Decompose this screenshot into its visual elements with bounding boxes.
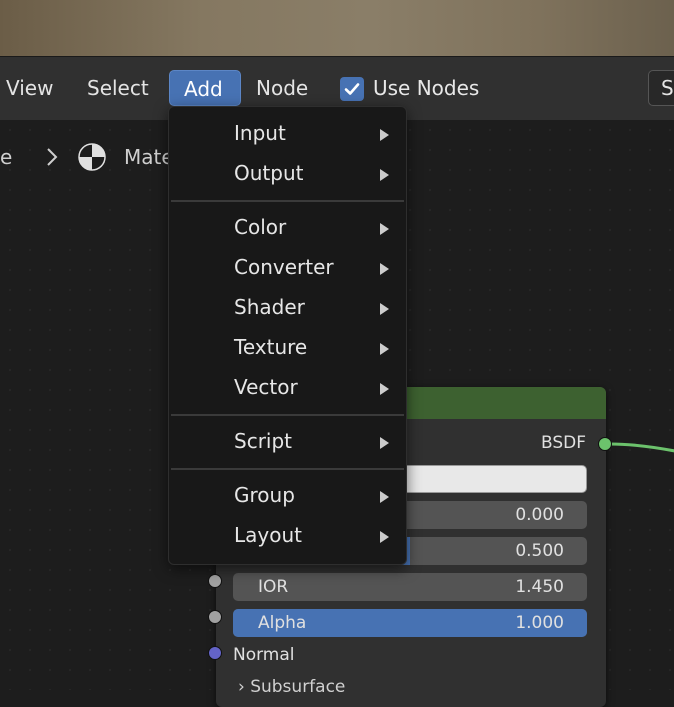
use-nodes-label[interactable]: Use Nodes xyxy=(373,70,479,106)
alpha-value: 1.000 xyxy=(515,613,564,633)
submenu-arrow-icon xyxy=(380,531,389,543)
value-readout-1: 0.000 xyxy=(515,505,564,525)
submenu-arrow-icon xyxy=(380,169,389,181)
menu-node[interactable]: Node xyxy=(242,70,322,106)
add-menu-item-color[interactable]: Color xyxy=(169,210,406,246)
add-menu-item-label: Output xyxy=(234,161,304,185)
add-menu-item-label: Layout xyxy=(234,523,302,547)
add-menu-item-label: Group xyxy=(234,483,295,507)
chevron-right-icon: › xyxy=(238,677,251,697)
menu-separator xyxy=(171,468,404,470)
submenu-arrow-icon xyxy=(380,129,389,141)
subsurface-panel-toggle[interactable]: › Subsurface xyxy=(238,677,345,697)
add-menu-item-label: Shader xyxy=(234,295,305,319)
ior-input-socket[interactable] xyxy=(208,574,222,588)
add-menu-item-label: Input xyxy=(234,121,286,145)
menu-add[interactable]: Add xyxy=(169,70,241,106)
normal-input-socket[interactable] xyxy=(208,646,222,660)
subsurface-label: Subsurface xyxy=(250,677,346,697)
alpha-label: Alpha xyxy=(258,613,307,633)
add-menu-item-converter[interactable]: Converter xyxy=(169,250,406,286)
add-menu-item-output[interactable]: Output xyxy=(169,156,406,192)
add-menu-item-shader[interactable]: Shader xyxy=(169,290,406,326)
bsdf-output-label: BSDF xyxy=(540,433,586,453)
normal-label: Normal xyxy=(233,645,295,665)
add-menu-item-texture[interactable]: Texture xyxy=(169,330,406,366)
submenu-arrow-icon xyxy=(380,223,389,235)
submenu-arrow-icon xyxy=(380,343,389,355)
add-menu-item-group[interactable]: Group xyxy=(169,478,406,514)
bsdf-output-socket[interactable] xyxy=(598,437,612,451)
alpha-field[interactable]: Alpha 1.000 xyxy=(233,609,587,637)
add-menu-item-label: Color xyxy=(234,215,287,239)
submenu-arrow-icon xyxy=(380,263,389,275)
add-menu-item-label: Vector xyxy=(234,375,298,399)
add-menu-item-vector[interactable]: Vector xyxy=(169,370,406,406)
menu-view[interactable]: View xyxy=(0,70,67,106)
menu-select[interactable]: Select xyxy=(73,70,163,106)
checkmark-icon xyxy=(344,83,360,95)
value-readout-2: 0.500 xyxy=(515,541,564,561)
add-menu-item-label: Script xyxy=(234,429,293,453)
add-menu-item-label: Converter xyxy=(234,255,334,279)
submenu-arrow-icon xyxy=(380,437,389,449)
ior-label: IOR xyxy=(258,577,289,597)
submenu-arrow-icon xyxy=(380,491,389,503)
add-menu-item-input[interactable]: Input xyxy=(169,116,406,152)
add-menu-dropdown: Input Output Color Converter Shader Text… xyxy=(168,106,407,565)
alpha-input-socket[interactable] xyxy=(208,610,222,624)
ior-field[interactable]: IOR 1.450 xyxy=(233,573,587,601)
menu-separator xyxy=(171,414,404,416)
submenu-arrow-icon xyxy=(380,303,389,315)
use-nodes-checkbox[interactable] xyxy=(340,77,364,101)
ior-value: 1.450 xyxy=(515,577,564,597)
3d-viewport-strip xyxy=(0,0,674,56)
menu-separator xyxy=(171,200,404,202)
header-right-button[interactable]: S xyxy=(648,70,674,106)
add-menu-item-layout[interactable]: Layout xyxy=(169,518,406,554)
add-menu-item-label: Texture xyxy=(234,335,308,359)
add-menu-item-script[interactable]: Script xyxy=(169,424,406,460)
submenu-arrow-icon xyxy=(380,383,389,395)
